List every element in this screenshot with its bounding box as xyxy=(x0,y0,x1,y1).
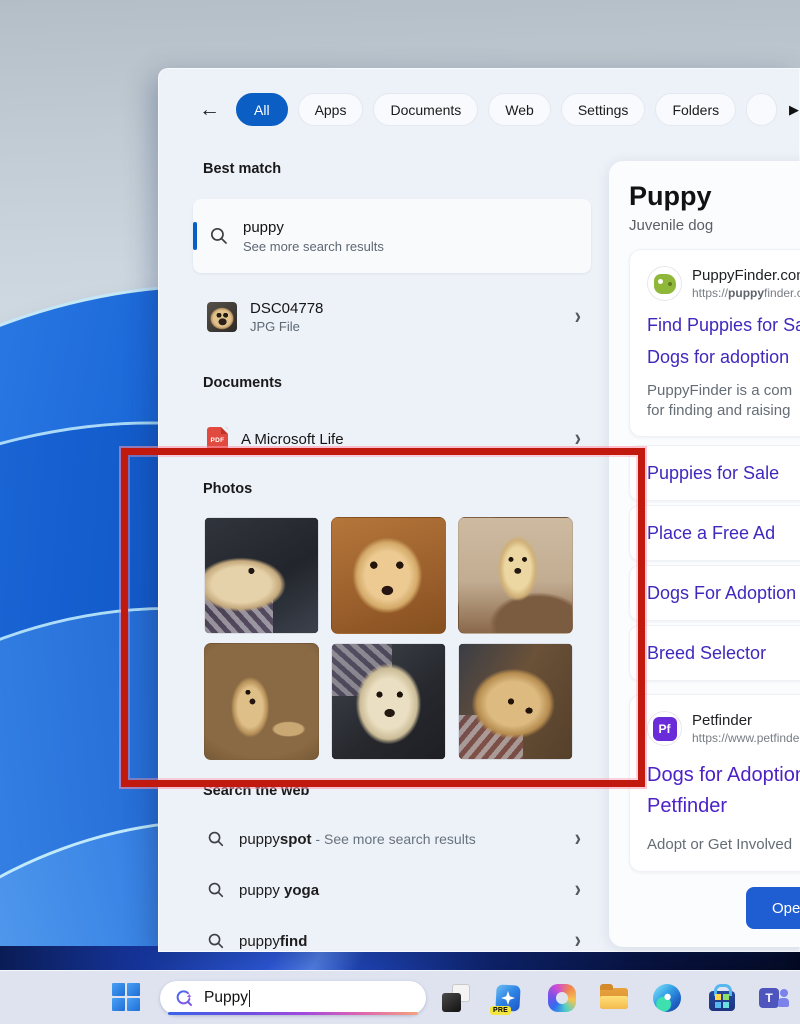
section-header-documents: Documents xyxy=(203,375,282,391)
puppy-photo-thumbnail[interactable] xyxy=(458,643,573,760)
text-caret xyxy=(248,989,250,1007)
result-description: PuppyFinder is a com for finding and rai… xyxy=(647,382,793,419)
quick-link[interactable]: Place a Free Ad xyxy=(629,505,800,561)
copilot-icon[interactable] xyxy=(547,983,577,1013)
puppy-photo-thumbnail[interactable] xyxy=(458,517,573,634)
file-result-dsc04778[interactable]: DSC04778 JPG File › xyxy=(193,291,591,343)
search-input-value[interactable]: Puppy xyxy=(204,989,248,1007)
tab-folders[interactable]: Folders xyxy=(655,93,737,126)
source-url: https://puppyfinder.com xyxy=(692,286,800,300)
teams-icon[interactable]: T xyxy=(759,983,789,1013)
panel-title: Puppy xyxy=(629,181,712,211)
search-icon xyxy=(208,882,224,898)
result-link[interactable]: Find Puppies for Sale xyxy=(647,315,800,336)
source-name: PuppyFinder.com xyxy=(692,267,800,284)
quick-link[interactable]: Dogs For Adoption xyxy=(629,565,800,621)
petfinder-favicon: Pf xyxy=(647,711,682,746)
edge-browser-icon[interactable] xyxy=(652,983,682,1013)
tabs-overflow-arrow-icon[interactable]: ▶ xyxy=(789,102,799,118)
petfinder-result-card: Pf Petfinder https://www.petfinder.com D… xyxy=(629,694,800,872)
web-suggestion-row[interactable]: puppy yoga › xyxy=(193,870,591,910)
file-result-title: DSC04778 xyxy=(250,300,324,317)
puppyfinder-favicon xyxy=(647,266,682,301)
best-match-subtitle: See more search results xyxy=(243,238,384,254)
panel-subtitle: Juvenile dog xyxy=(629,217,714,234)
file-result-type: JPG File xyxy=(250,319,300,334)
file-explorer-icon[interactable] xyxy=(599,983,629,1013)
pre-badge: PRE xyxy=(490,1006,511,1015)
web-suggestion-row[interactable]: puppyfind › xyxy=(193,921,591,961)
section-header-best-match: Best match xyxy=(203,161,282,177)
result-link[interactable]: Dogs for adoption xyxy=(647,347,800,368)
section-header-photos: Photos xyxy=(203,481,253,497)
source-url: https://www.petfinder.com xyxy=(692,731,800,745)
tab-all[interactable]: All xyxy=(236,93,288,126)
pdf-file-icon: PDF xyxy=(207,426,228,452)
puppy-photo-thumbnail[interactable] xyxy=(331,643,446,760)
photo-file-thumbnail xyxy=(207,302,237,332)
puppy-photo-thumbnail[interactable] xyxy=(331,517,446,634)
preview-app-icon[interactable]: PRE xyxy=(490,983,523,1015)
tab-partial[interactable] xyxy=(746,93,777,126)
document-result[interactable]: PDF A Microsoft Life › xyxy=(193,417,591,461)
start-button[interactable] xyxy=(112,983,142,1013)
bing-search-icon xyxy=(176,990,192,1006)
chevron-right-icon[interactable]: › xyxy=(575,303,581,331)
tab-apps[interactable]: Apps xyxy=(297,93,364,126)
puppy-photo-thumbnail[interactable] xyxy=(204,643,319,760)
tab-settings[interactable]: Settings xyxy=(560,93,646,126)
quick-link[interactable]: Breed Selector xyxy=(629,625,800,681)
search-icon xyxy=(210,227,227,244)
quick-links: Puppies for Sale Place a Free Ad Dogs Fo… xyxy=(629,445,800,681)
puppyfinder-result-card: PuppyFinder.com https://puppyfinder.com … xyxy=(629,249,800,437)
best-match-query: puppy xyxy=(243,218,284,236)
result-link[interactable]: Dogs for Adoption | Petfinder xyxy=(647,760,800,822)
chevron-right-icon[interactable]: › xyxy=(575,825,581,853)
quick-link[interactable]: Puppies for Sale xyxy=(629,445,800,501)
open-button[interactable]: Open xyxy=(746,887,800,929)
overlapping-windows-icon[interactable] xyxy=(441,983,471,1013)
result-description: Adopt or Get Involved xyxy=(647,836,793,853)
source-name: Petfinder xyxy=(692,712,753,729)
document-result-title: A Microsoft Life xyxy=(241,430,344,448)
taskbar: Puppy PRE T xyxy=(0,970,800,1024)
search-flyout-window: ← All Apps Documents Web Settings Folder… xyxy=(158,68,800,954)
chevron-right-icon[interactable]: › xyxy=(575,425,581,453)
section-header-web: Search the web xyxy=(203,783,310,799)
puppy-photo-thumbnail[interactable] xyxy=(204,517,319,634)
chevron-right-icon[interactable]: › xyxy=(575,927,581,955)
search-icon xyxy=(208,831,224,847)
search-filter-tabs: ← All Apps Documents Web Settings Folder… xyxy=(199,93,799,126)
knowledge-panel: Puppy Juvenile dog PuppyFinder.com https… xyxy=(609,161,800,947)
search-icon xyxy=(208,933,224,949)
chevron-right-icon[interactable]: › xyxy=(575,876,581,904)
web-suggestion-row[interactable]: puppyspot - See more search results › xyxy=(193,819,591,859)
tab-documents[interactable]: Documents xyxy=(373,93,479,126)
back-arrow-icon[interactable]: ← xyxy=(199,98,220,122)
microsoft-store-icon[interactable] xyxy=(707,983,737,1013)
taskbar-search-box[interactable]: Puppy xyxy=(160,981,426,1015)
best-match-result[interactable]: puppy See more search results xyxy=(193,199,591,273)
tab-web[interactable]: Web xyxy=(488,93,551,126)
